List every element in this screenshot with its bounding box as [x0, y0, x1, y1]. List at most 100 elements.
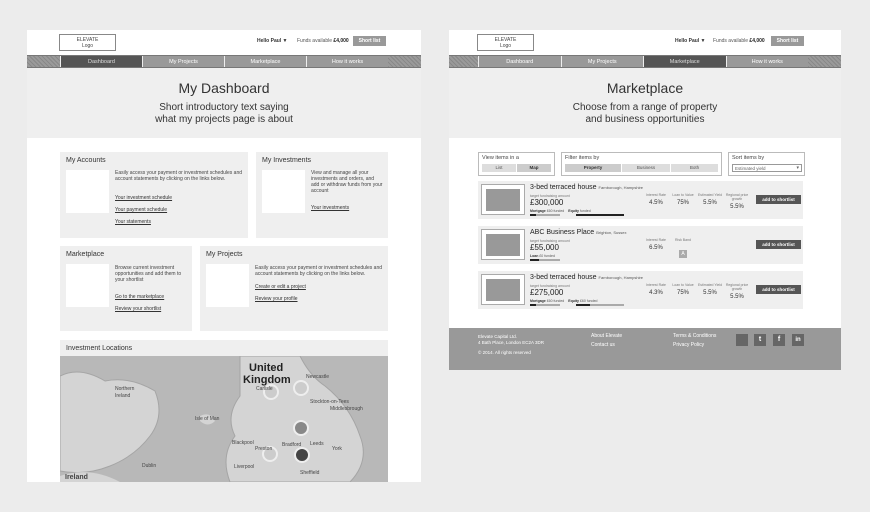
investment-map[interactable]: United Kingdom Northern Ireland Isle of …	[60, 356, 388, 482]
stat-value: 4.5%	[649, 200, 663, 206]
tab-dashboard[interactable]: Dashboard	[478, 56, 561, 67]
map-graphic	[60, 356, 364, 482]
funding-bar-2-fill	[576, 214, 624, 216]
footer-address: 4 Bath Place, London EC2A 3DR	[478, 340, 545, 345]
link-create-project[interactable]: Create or edit a project	[255, 284, 306, 290]
stat-label: Estimated Yield	[697, 193, 723, 197]
tab-dashboard[interactable]: Dashboard	[60, 56, 142, 67]
item-location: Brighton, Sussex	[596, 230, 627, 235]
nav-edge	[808, 56, 841, 67]
twitter-icon[interactable]: t	[754, 334, 766, 346]
item-title[interactable]: 3-bed terraced house Farnborough, Hampshi…	[530, 274, 643, 281]
add-to-shortlist-button[interactable]: add to shortlist	[756, 240, 801, 249]
add-to-shortlist-button[interactable]: add to shortlist	[756, 285, 801, 294]
funds-label: Funds available	[297, 38, 333, 44]
map-label-kingdom: Kingdom	[243, 374, 291, 386]
link-payment-schedule[interactable]: Your payment schedule	[115, 207, 167, 213]
page-intro: Short introductory text saying what my p…	[155, 102, 293, 125]
view-label: View items in a	[482, 155, 519, 161]
item-meta1: Loan £0 funded	[530, 254, 555, 258]
filter-business-option[interactable]: Business	[622, 164, 670, 172]
shortlist-button[interactable]: Short list	[771, 36, 804, 46]
footer-terms-link[interactable]: Terms & Conditions	[673, 332, 716, 341]
list-item[interactable]: ABC Business Place Brighton, Sussex targe…	[478, 226, 803, 264]
tab-how-it-works[interactable]: How it works	[725, 56, 809, 67]
user-menu[interactable]: Hello Paul ▼	[257, 38, 288, 44]
map-label-preston: Preston	[255, 446, 273, 452]
stat-label: Interest Rate	[645, 193, 667, 197]
stat-value: 5.5%	[703, 290, 717, 296]
funding-bar-1-fill	[530, 214, 536, 216]
item-image	[481, 274, 525, 305]
logo-line2: Logo	[499, 43, 512, 49]
filter-label: Filter items by	[565, 155, 600, 161]
footer-privacy-link[interactable]: Privacy Policy	[673, 341, 704, 350]
item-image	[481, 229, 525, 260]
tab-marketplace[interactable]: Marketplace	[224, 56, 306, 67]
linkedin-icon[interactable]: in	[792, 334, 804, 346]
dashboard-page: ELEVATE Logo Hello Paul ▼ Funds availabl…	[27, 30, 421, 482]
view-list-option[interactable]: List	[482, 164, 516, 172]
tab-marketplace[interactable]: Marketplace	[643, 56, 726, 67]
accounts-card: My Accounts Easily access your payment o…	[60, 152, 248, 238]
footer-contact-link[interactable]: Contact us	[591, 341, 615, 350]
funds-label: Funds available	[713, 38, 749, 44]
funding-bar-1-fill	[530, 259, 539, 261]
projects-thumbnail	[206, 264, 249, 307]
shortlist-button[interactable]: Short list	[353, 36, 386, 46]
projects-card: My Projects Easily access your payment o…	[200, 246, 388, 331]
link-review-profile[interactable]: Review your profile	[255, 296, 298, 302]
filter-toggle: Filter items by Property Business Both	[561, 152, 722, 176]
logo[interactable]: ELEVATE Logo	[477, 34, 534, 51]
marketplace-thumbnail	[66, 264, 109, 307]
list-item[interactable]: 3-bed terraced house Farnborough, Hampshi…	[478, 181, 803, 219]
tab-my-projects[interactable]: My Projects	[142, 56, 224, 67]
map-label-united: United	[249, 362, 284, 374]
footer-copyright: © 2014. All rights reserved	[478, 350, 531, 355]
link-statements[interactable]: Your statements	[115, 219, 151, 225]
sort-select[interactable]: Estimated yield	[732, 164, 802, 172]
map-label-stockton: Stockton-on-Tees	[310, 399, 349, 405]
filter-segments: Property Business Both	[565, 164, 719, 172]
link-investment-schedule[interactable]: Your investment schedule	[115, 195, 172, 201]
stat-regional-growth: Regional price growth 5.5%	[724, 283, 750, 300]
filter-both-option[interactable]: Both	[671, 164, 718, 172]
marketplace-page: ELEVATE Logo Hello Paul ▼ Funds availabl…	[449, 30, 841, 370]
filter-property-option[interactable]: Property	[565, 164, 621, 172]
view-map-option[interactable]: Map	[517, 164, 551, 172]
item-title[interactable]: ABC Business Place Brighton, Sussex	[530, 229, 626, 236]
investments-card: My Investments View and manage all your …	[256, 152, 388, 238]
add-to-shortlist-button[interactable]: add to shortlist	[756, 195, 801, 204]
facebook-icon[interactable]: f	[773, 334, 785, 346]
item-meta: Mortgage £60 funded Equity funded	[530, 209, 591, 213]
user-menu[interactable]: Hello Paul ▼	[675, 38, 706, 44]
hero: Marketplace Choose from a range of prope…	[449, 68, 841, 138]
stat-label: Regional price growth	[725, 193, 749, 201]
link-review-shortlist[interactable]: Review your shortlist	[115, 306, 161, 312]
projects-title: My Projects	[206, 251, 243, 258]
footer-about-link[interactable]: About Elevate	[591, 332, 622, 341]
header: ELEVATE Logo Hello Paul ▼ Funds availabl…	[27, 30, 421, 55]
tab-how-it-works[interactable]: How it works	[306, 56, 388, 67]
accounts-title: My Accounts	[66, 157, 106, 164]
funds-available: Funds available £4,000	[297, 38, 349, 44]
link-your-investments[interactable]: Your investments	[311, 205, 349, 211]
tab-my-projects[interactable]: My Projects	[560, 56, 644, 67]
item-title-text: 3-bed terraced house	[530, 184, 597, 191]
item-price: £275,000	[530, 288, 564, 297]
investments-thumbnail	[262, 170, 305, 213]
view-segments: List Map	[482, 164, 552, 172]
funding-bar-1-fill	[530, 304, 536, 306]
link-go-to-marketplace[interactable]: Go to the marketplace	[115, 294, 164, 300]
item-title[interactable]: 3-bed terraced house Farnborough, Hampshi…	[530, 184, 643, 191]
map-label-ireland-north: Ireland	[115, 393, 131, 399]
stat-label: Risk Band	[675, 238, 691, 242]
item-image	[481, 184, 525, 215]
stat-label: Interest Rate	[645, 283, 667, 287]
stat-estimated-yield: Estimated Yield 5.5%	[697, 193, 723, 206]
logo[interactable]: ELEVATE Logo	[59, 34, 116, 51]
item-meta2-label: Equity	[568, 299, 579, 303]
social-icon[interactable]	[736, 334, 748, 346]
map-label-newcastle: Newcastle	[306, 374, 330, 380]
list-item[interactable]: 3-bed terraced house Farnborough, Hampshi…	[478, 271, 803, 309]
